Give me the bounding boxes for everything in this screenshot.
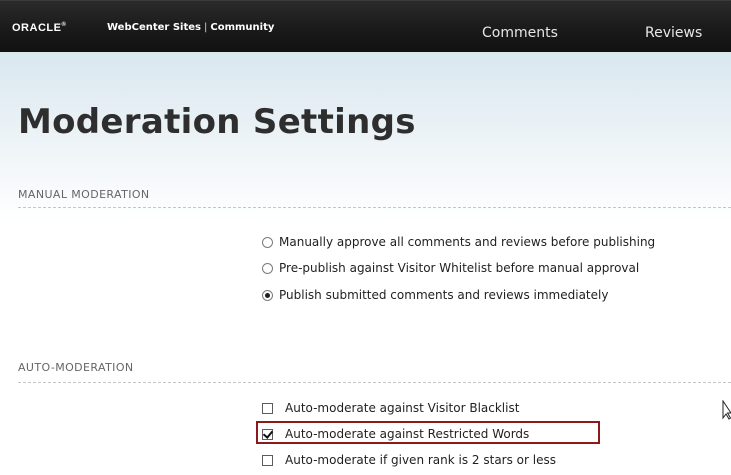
checkbox-rank-two-stars[interactable]: Auto-moderate if given rank is 2 stars o… (262, 453, 556, 467)
auto-moderation-heading: AUTO-MODERATION (18, 361, 134, 374)
section-label: Community (210, 22, 275, 33)
auto-moderation-divider (18, 382, 731, 383)
checkbox-checked[interactable] (262, 428, 273, 440)
manual-moderation-divider (18, 207, 731, 208)
nav-reviews[interactable]: Reviews (645, 25, 702, 41)
checkbox[interactable] (262, 402, 273, 414)
page-title: Moderation Settings (18, 102, 416, 142)
top-bar: ORACLE® WebCenter Sites | Community Commen… (0, 0, 731, 52)
logo-text: ORACLE (12, 22, 62, 34)
manual-moderation-heading: MANUAL MODERATION (18, 188, 150, 201)
product-separator: | (203, 22, 208, 33)
checkbox-label: Auto-moderate against Visitor Blacklist (285, 401, 520, 415)
oracle-logo[interactable]: ORACLE® (12, 22, 66, 34)
radio-label: Pre-publish against Visitor Whitelist be… (279, 261, 640, 275)
checkbox-restricted-words[interactable]: Auto-moderate against Restricted Words (262, 427, 529, 441)
radio-button[interactable] (262, 236, 273, 248)
radio-label: Publish submitted comments and reviews i… (279, 288, 609, 302)
logo-registered-mark: ® (61, 22, 67, 28)
radio-manual-approve[interactable]: Manually approve all comments and review… (262, 235, 655, 249)
nav-comments[interactable]: Comments (482, 25, 558, 41)
checkbox-visitor-blacklist[interactable]: Auto-moderate against Visitor Blacklist (262, 401, 519, 415)
checkbox-label: Auto-moderate if given rank is 2 stars o… (285, 453, 556, 467)
radio-label: Manually approve all comments and review… (279, 235, 656, 249)
radio-pre-publish-whitelist[interactable]: Pre-publish against Visitor Whitelist be… (262, 261, 639, 275)
radio-button[interactable] (262, 262, 273, 274)
checkbox-label: Auto-moderate against Restricted Words (285, 427, 530, 441)
radio-button-selected[interactable] (262, 289, 273, 301)
radio-publish-immediately[interactable]: Publish submitted comments and reviews i… (262, 288, 608, 302)
product-label: WebCenter Sites (107, 22, 201, 33)
checkbox[interactable] (262, 454, 273, 466)
main-content: Moderation Settings MANUAL MODERATION Ma… (0, 52, 731, 475)
product-name: WebCenter Sites | Community (107, 22, 274, 33)
